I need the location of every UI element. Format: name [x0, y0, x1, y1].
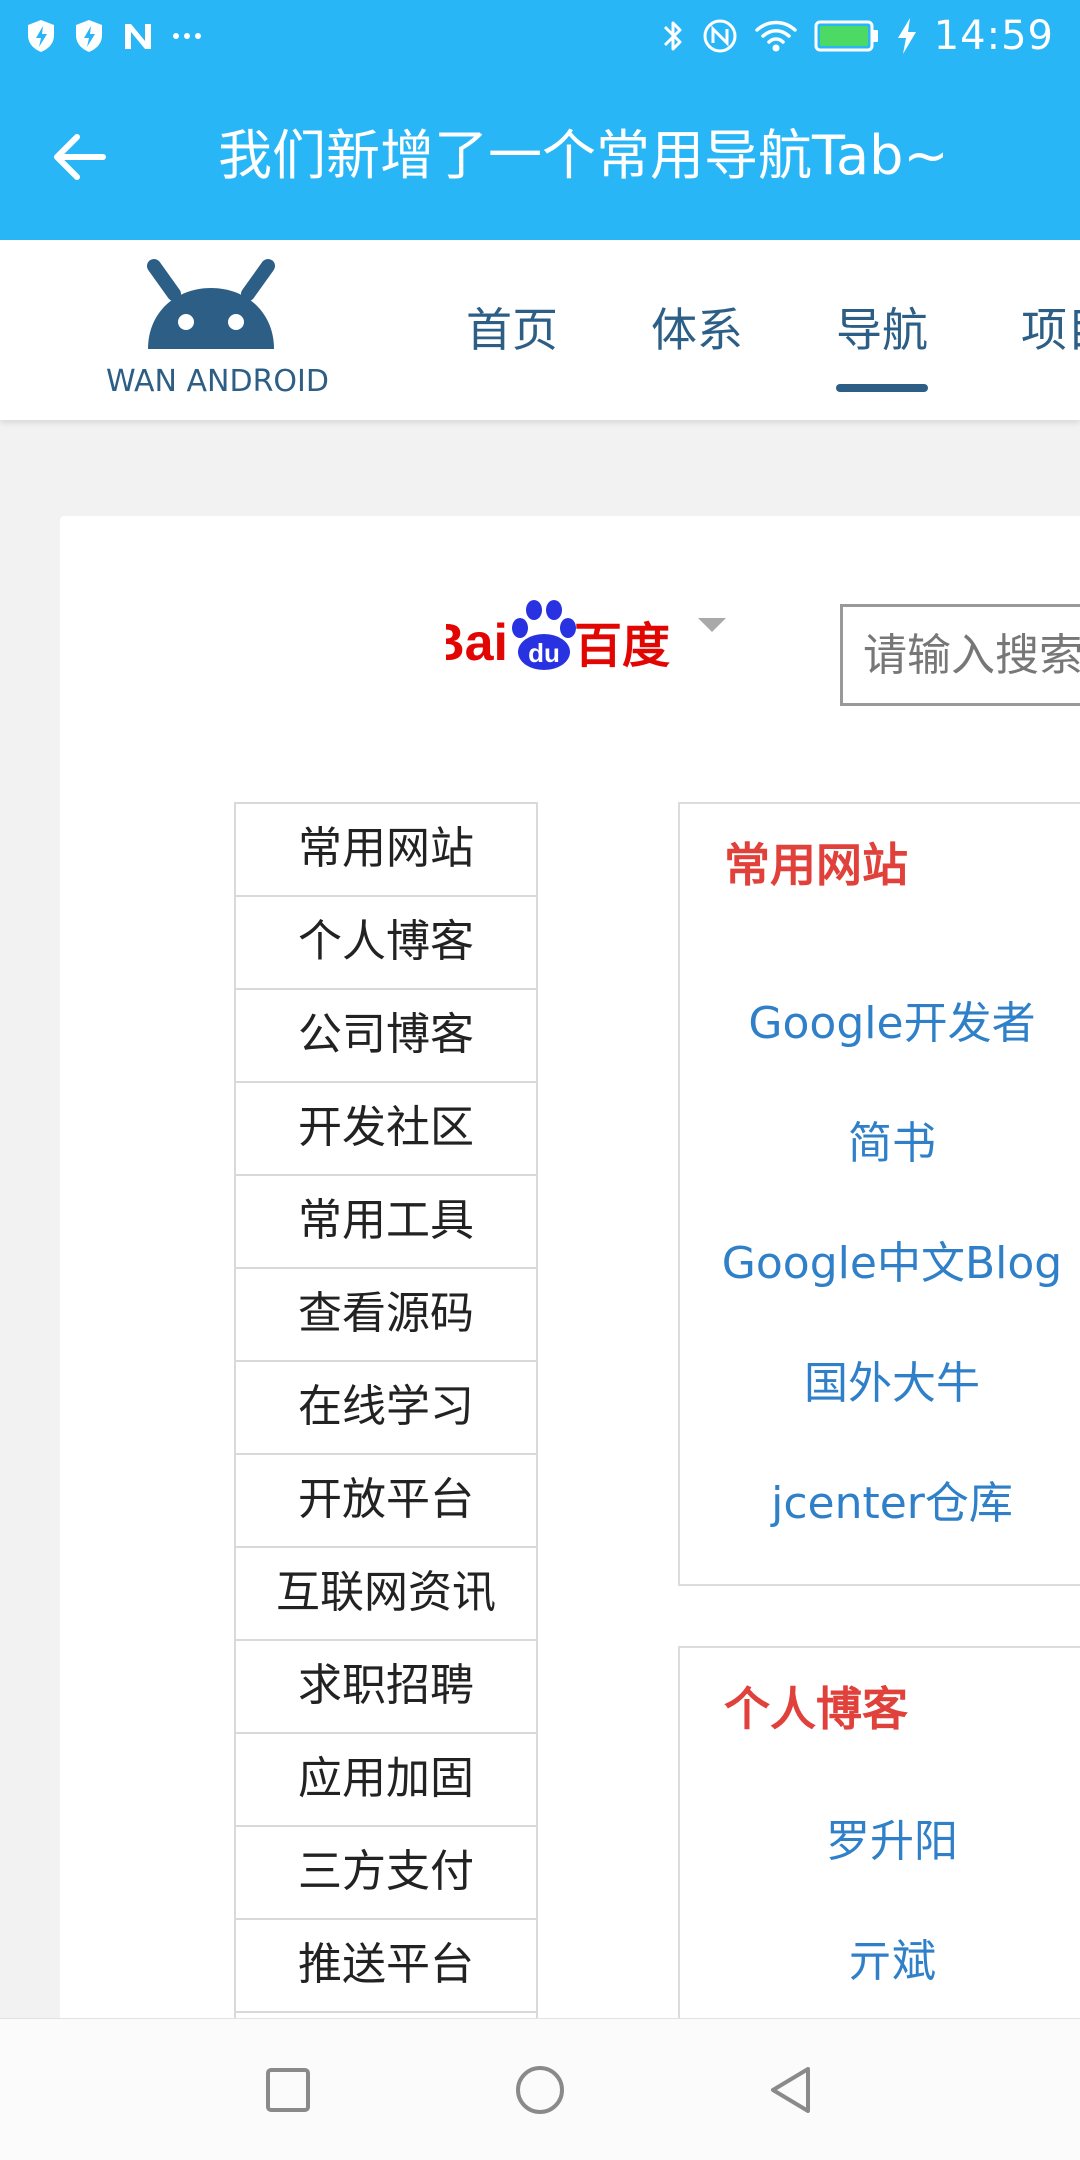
toolbar: 我们新增了一个常用导航Tab~	[0, 72, 1080, 240]
recents-square-icon	[266, 2068, 310, 2112]
bluetooth-icon	[663, 21, 682, 51]
panel-links: 罗升阳 亓斌	[680, 1782, 1080, 2018]
back-button[interactable]	[44, 122, 114, 192]
category-item[interactable]: 个人博客	[236, 897, 536, 990]
site-header: WAN ANDROID 首页 体系 导航 项目	[0, 240, 1080, 420]
category-item[interactable]: 查看源码	[236, 1269, 536, 1362]
category-item[interactable]: 常用工具	[236, 1176, 536, 1269]
svg-text:Bai: Bai	[446, 614, 508, 672]
recents-button[interactable]	[253, 2055, 323, 2125]
shield-lightning-icon	[76, 20, 102, 52]
n-logo-icon	[125, 24, 151, 49]
home-button[interactable]	[505, 2055, 575, 2125]
category-item[interactable]: 开放平台	[236, 1455, 536, 1548]
home-circle-icon	[516, 2066, 564, 2114]
category-item[interactable]: 常用网站	[236, 804, 536, 897]
category-item[interactable]: 开发社区	[236, 1083, 536, 1176]
category-item[interactable]: 互联网资讯	[236, 1548, 536, 1641]
back-nav-button[interactable]	[755, 2055, 825, 2125]
panel-link[interactable]: 国外大牛	[680, 1324, 1080, 1444]
link-panel-personal-blogs: 个人博客 罗升阳 亓斌	[678, 1646, 1080, 2018]
site-nav-projects[interactable]: 项目	[1021, 290, 1080, 370]
svg-text:百度: 百度	[574, 618, 670, 674]
panel-title: 常用网站	[724, 838, 908, 892]
toolbar-title: 我们新增了一个常用导航Tab~	[218, 124, 949, 187]
battery-icon	[814, 20, 878, 52]
back-triangle-icon	[771, 2067, 810, 2113]
panel-link[interactable]: Google中文Blog	[680, 1204, 1080, 1324]
nfc-icon	[703, 19, 737, 53]
baidu-paw-icon: Bai du 百度	[427, 600, 670, 674]
category-item[interactable]: 应用加固	[236, 1734, 536, 1827]
site-nav-system[interactable]: 体系	[651, 290, 743, 370]
charging-icon	[897, 18, 916, 54]
site-logo[interactable]: WAN ANDROID	[106, 254, 329, 404]
category-item[interactable]: 求职招聘	[236, 1641, 536, 1734]
site-nav: 首页 体系 导航 项目	[466, 290, 1080, 392]
site-nav-home[interactable]: 首页	[466, 290, 558, 370]
panel-link[interactable]: Google开发者	[680, 964, 1080, 1084]
category-item[interactable]: 三方支付	[236, 1827, 536, 1920]
panel-link[interactable]: 罗升阳	[680, 1782, 1080, 1902]
system-icons: 14:59	[660, 10, 1054, 62]
site-nav-navigation[interactable]: 导航	[836, 290, 928, 392]
arrow-left-icon	[54, 134, 106, 180]
category-list: 常用网站 个人博客 公司博客 开发社区 常用工具 查看源码 在线学习 开放平台 …	[234, 802, 538, 2018]
status-time: 14:59	[933, 13, 1054, 59]
webview: WAN ANDROID 首页 体系 导航 项目 Bai du 百度 常用网站 个…	[0, 240, 1080, 2018]
link-panel-common-sites: 常用网站 Google开发者 简书 Google中文Blog 国外大牛 jcen…	[678, 802, 1080, 1586]
search-input[interactable]	[840, 604, 1080, 706]
panel-link[interactable]: jcenter仓库	[680, 1444, 1080, 1564]
category-item[interactable]: 公司博客	[236, 990, 536, 1083]
status-bar: 14:59	[0, 0, 1080, 72]
search-engine-dropdown[interactable]	[698, 618, 726, 632]
wifi-icon	[754, 20, 797, 52]
svg-text:du: du	[528, 638, 560, 668]
shield-lightning-icon	[28, 20, 54, 52]
panel-link[interactable]: 亓斌	[680, 1902, 1080, 2018]
more-dots-icon	[173, 33, 201, 39]
category-item[interactable]: 在线学习	[236, 1362, 536, 1455]
android-logo-icon	[147, 259, 275, 349]
panel-links: Google开发者 简书 Google中文Blog 国外大牛 jcenter仓库	[680, 964, 1080, 1564]
notification-icons	[26, 16, 202, 56]
site-logo-text: WAN ANDROID	[106, 364, 329, 399]
panel-title: 个人博客	[724, 1682, 908, 1736]
baidu-logo[interactable]: Bai du 百度	[427, 580, 686, 680]
panel-link[interactable]: 简书	[680, 1084, 1080, 1204]
category-item[interactable]: 推送平台	[236, 1920, 536, 2013]
system-nav-bar	[0, 2018, 1080, 2160]
